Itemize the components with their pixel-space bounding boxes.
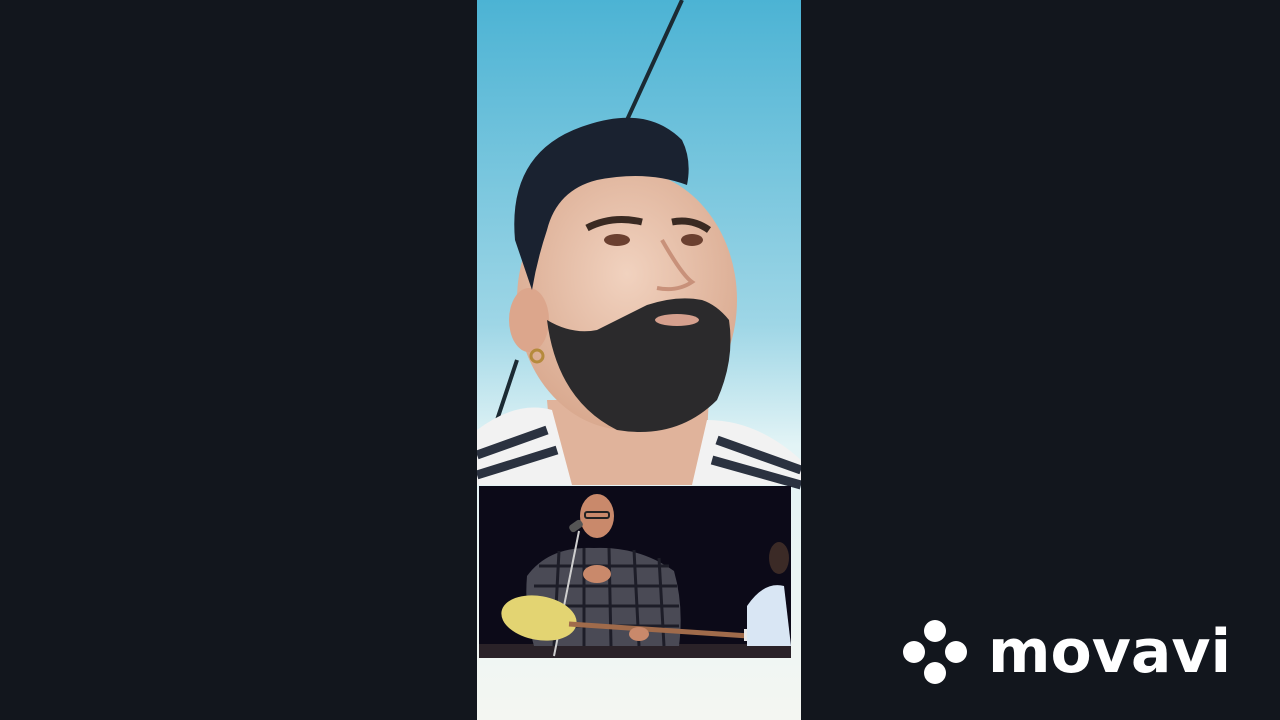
watermark-text: movavi — [988, 617, 1232, 687]
musician-photo — [479, 486, 791, 658]
movavi-logo-icon — [903, 620, 967, 684]
movavi-watermark: movavi — [900, 612, 1231, 692]
inset-photo — [479, 486, 791, 658]
